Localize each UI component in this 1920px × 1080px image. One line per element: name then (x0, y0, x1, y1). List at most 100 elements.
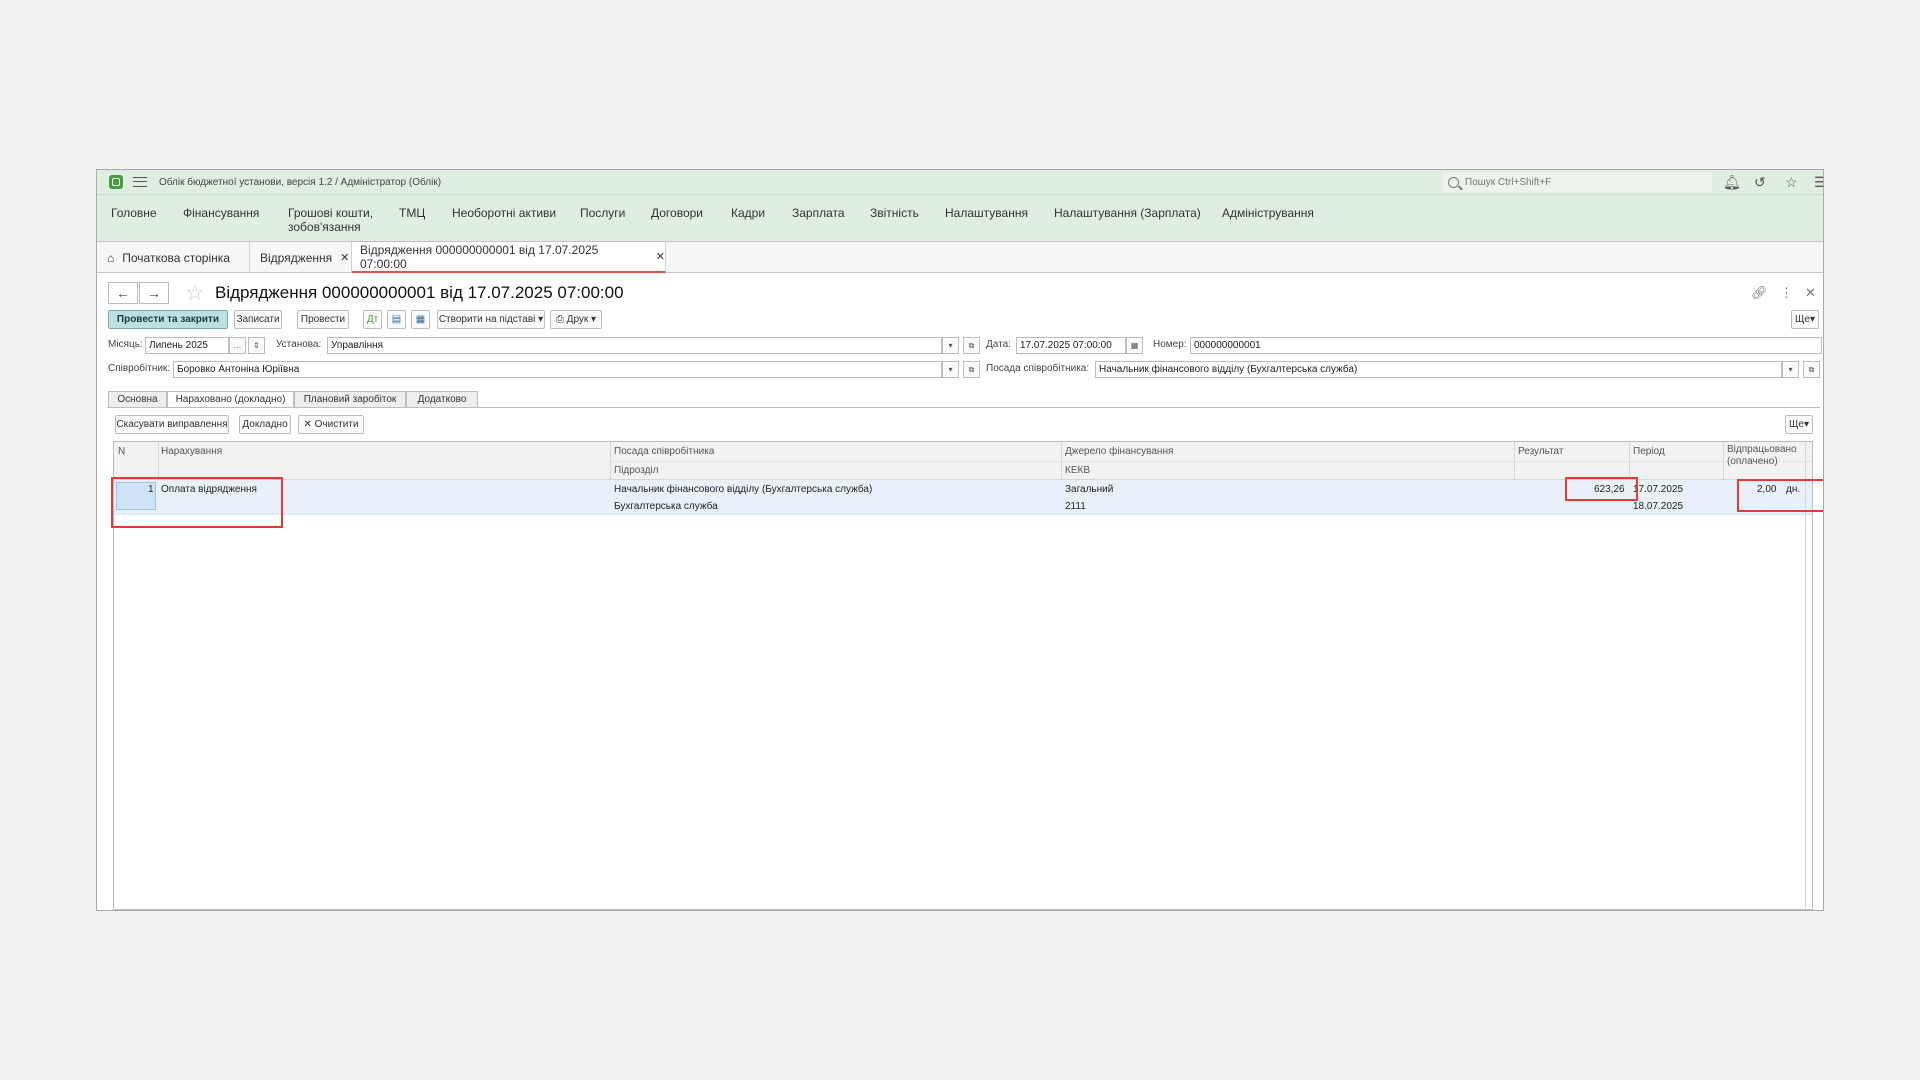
org-open-icon[interactable]: ⧉ (963, 337, 980, 354)
row-position: Начальник фінансового відділу (Бухгалтер… (614, 484, 873, 495)
menu-item-salary-settings[interactable]: Налаштування (Зарплата) (1054, 206, 1201, 220)
form-tab-additional[interactable]: Додатково (406, 391, 478, 408)
back-button[interactable]: ← (108, 282, 138, 304)
form-tab-accrued-detailed[interactable]: Нараховано (докладно) (167, 391, 294, 408)
close-form-icon[interactable]: ✕ (1805, 285, 1816, 301)
open-tabs-bar: ⌂ Початкова сторінка Відрядження ✕ Відря… (97, 242, 1823, 273)
date-field[interactable]: 17.07.2025 07:00:00 (1016, 337, 1126, 354)
post-button[interactable]: Провести (297, 310, 349, 329)
employee-field[interactable]: Боровко Антоніна Юріївна (173, 361, 942, 378)
highlight-accrual (111, 477, 283, 528)
report-icon[interactable]: ▦ (411, 310, 430, 329)
menu-item-fixed-assets[interactable]: Необоротні активи (452, 206, 556, 220)
menu-item-inventory[interactable]: ТМЦ (399, 206, 425, 220)
bell-icon[interactable]: 🔔︎ (1723, 174, 1741, 191)
menu-item-salary[interactable]: Зарплата (792, 206, 845, 220)
date-label: Дата: (986, 339, 1011, 350)
header-divider (610, 461, 1812, 462)
tab-trip-document[interactable]: Відрядження 000000000001 від 17.07.2025 … (352, 242, 666, 273)
month-stepper[interactable]: ⇕ (248, 337, 265, 354)
menu-item-cash[interactable]: Грошові кошти, зобов'язання (288, 206, 373, 234)
clear-x-icon: ✕ (303, 419, 312, 430)
printer-icon: ⎙ (555, 314, 564, 325)
menu-item-contracts[interactable]: Договори (651, 206, 703, 220)
print-button[interactable]: ⎙ Друк ▾ (550, 310, 602, 329)
accounting-entries-icon[interactable]: Дт (363, 310, 382, 329)
search-input[interactable] (1465, 176, 1705, 188)
tab-home[interactable]: ⌂ Початкова сторінка (97, 242, 250, 273)
calendar-icon[interactable]: ▦ (1126, 337, 1143, 354)
position-dropdown-icon[interactable]: ▾ (1782, 361, 1799, 378)
row-period-to: 18.07.2025 (1633, 501, 1684, 512)
grid-more-button[interactable]: Ще ▾ (1785, 415, 1813, 434)
employee-open-icon[interactable]: ⧉ (963, 361, 980, 378)
app-logo-icon (109, 175, 123, 189)
home-icon: ⌂ (107, 250, 115, 265)
position-label: Посада співробітника: (986, 363, 1090, 374)
search-icon (1448, 176, 1459, 188)
form-tab-planned-salary[interactable]: Плановий заробіток (294, 391, 406, 408)
menu-icon[interactable] (133, 177, 147, 187)
highlight-result (1565, 477, 1638, 501)
header-n[interactable]: N (118, 446, 125, 457)
header-position[interactable]: Посада співробітника (614, 446, 714, 457)
save-button[interactable]: Записати (234, 310, 282, 329)
org-label: Установа: (276, 339, 322, 350)
create-based-on-button[interactable]: Створити на підставі ▾ (437, 310, 545, 329)
row-period-from: 17.07.2025 (1633, 484, 1684, 495)
cancel-correction-button[interactable]: Скасувати виправлення (115, 415, 229, 434)
form-tab-main[interactable]: Основна (108, 391, 167, 408)
table-row[interactable] (114, 480, 1812, 514)
close-icon[interactable]: ✕ (340, 251, 349, 264)
title-bar: Облік бюджетної установи, версія 1.2 / А… (97, 170, 1823, 195)
header-kekv[interactable]: КЕКВ (1065, 465, 1090, 476)
scrollbar-track[interactable] (1805, 442, 1806, 910)
header-period[interactable]: Період (1633, 446, 1665, 457)
detailed-button[interactable]: Докладно (239, 415, 291, 434)
kebab-menu-icon[interactable]: ⋮ (1780, 285, 1793, 301)
employee-label: Співробітник: (108, 363, 171, 374)
menu-item-home[interactable]: Головне (111, 206, 157, 220)
app-window: Облік бюджетної установи, версія 1.2 / А… (96, 169, 1824, 911)
org-field[interactable]: Управління (327, 337, 942, 354)
clear-button[interactable]: ✕ Очистити (298, 415, 364, 434)
org-dropdown-icon[interactable]: ▾ (942, 337, 959, 354)
menu-item-hr[interactable]: Кадри (731, 206, 765, 220)
menu-item-admin[interactable]: Адміністрування (1222, 206, 1314, 220)
month-label: Місяць: (108, 339, 143, 350)
header-funding-source[interactable]: Джерело фінансування (1065, 446, 1173, 457)
menu-item-settings[interactable]: Налаштування (945, 206, 1028, 220)
more-menu-icon[interactable]: ☰ (1814, 174, 1823, 191)
row-kekv: 2111 (1065, 501, 1086, 512)
favorite-star-icon[interactable]: ☆ (185, 280, 205, 306)
history-icon[interactable]: ↺ (1754, 174, 1766, 191)
number-field[interactable]: 000000000001 (1190, 337, 1822, 354)
month-field[interactable]: Липень 2025 (145, 337, 229, 354)
row-funding-source: Загальний (1065, 484, 1114, 495)
more-button[interactable]: Ще ▾ (1791, 310, 1819, 329)
forward-button[interactable]: → (139, 282, 169, 304)
global-search[interactable] (1442, 172, 1712, 192)
header-result[interactable]: Результат (1518, 446, 1563, 457)
post-and-close-button[interactable]: Провести та закрити (108, 310, 228, 329)
header-accrual[interactable]: Нарахування (161, 446, 222, 457)
menu-item-services[interactable]: Послуги (580, 206, 625, 220)
document-form: ← → ☆ Відрядження 000000000001 від 17.07… (97, 273, 1823, 910)
menu-item-financing[interactable]: Фінансування (183, 206, 259, 220)
accruals-table: N Нарахування Посада співробітника Підро… (113, 441, 1813, 910)
month-select-button[interactable]: … (229, 337, 246, 354)
header-worked[interactable]: Відпрацьовано (оплачено) (1727, 444, 1797, 468)
employee-dropdown-icon[interactable]: ▾ (942, 361, 959, 378)
header-subdivision[interactable]: Підрозділ (614, 465, 659, 476)
close-icon[interactable]: ✕ (656, 250, 665, 263)
tab-trips-list[interactable]: Відрядження ✕ (250, 242, 352, 273)
page-title: Відрядження 000000000001 від 17.07.2025 … (215, 283, 624, 302)
row-subdivision: Бухгалтерська служба (614, 501, 718, 512)
link-icon[interactable]: 🔗︎ (1751, 285, 1768, 301)
menu-item-reports[interactable]: Звітність (870, 206, 919, 220)
highlight-worked (1737, 479, 1823, 512)
position-open-icon[interactable]: ⧉ (1803, 361, 1820, 378)
document-icon[interactable]: ▤ (387, 310, 406, 329)
position-field[interactable]: Начальник фінансового відділу (Бухгалтер… (1095, 361, 1782, 378)
star-icon[interactable]: ☆ (1785, 174, 1798, 191)
